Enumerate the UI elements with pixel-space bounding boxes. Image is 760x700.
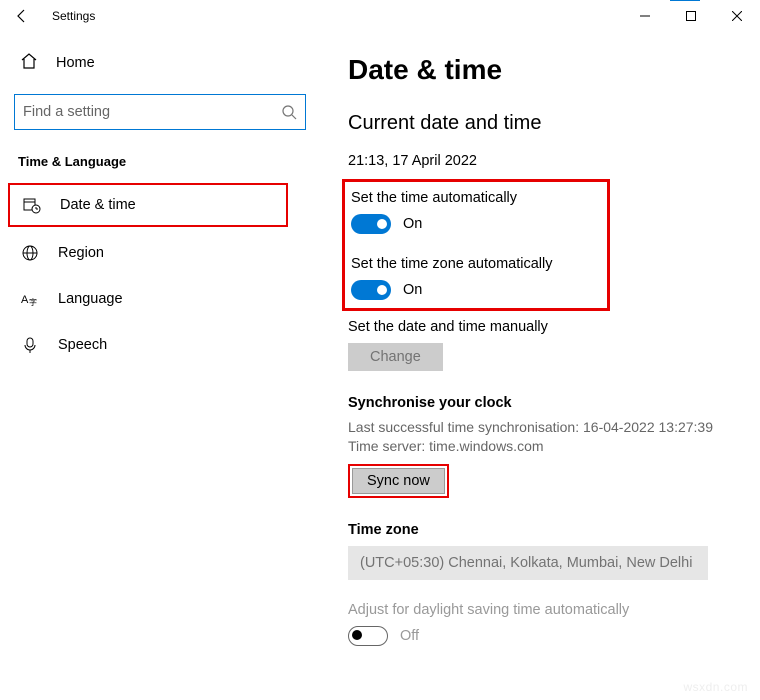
- content-pane: Date & time Current date and time 21:13,…: [320, 32, 760, 700]
- window-title: Settings: [52, 9, 95, 23]
- sidebar-item-region[interactable]: Region: [14, 233, 306, 273]
- search-box[interactable]: [14, 94, 306, 130]
- auto-time-toggle[interactable]: [351, 214, 391, 234]
- minimize-icon: [640, 11, 650, 21]
- svg-text:A: A: [21, 294, 29, 306]
- sidebar-item-label: Speech: [58, 337, 107, 353]
- highlight-auto-settings: Set the time automatically On Set the ti…: [342, 179, 610, 311]
- sync-highlight: Sync now: [348, 464, 449, 498]
- sidebar-item-label: Region: [58, 245, 104, 261]
- timezone-heading: Time zone: [348, 522, 732, 538]
- auto-zone-toggle[interactable]: [351, 280, 391, 300]
- auto-time-label: Set the time automatically: [351, 190, 595, 206]
- sync-heading: Synchronise your clock: [348, 395, 732, 411]
- timezone-dropdown[interactable]: (UTC+05:30) Chennai, Kolkata, Mumbai, Ne…: [348, 546, 708, 580]
- search-input[interactable]: [23, 104, 281, 120]
- dst-label: Adjust for daylight saving time automati…: [348, 602, 732, 618]
- watermark: wsxdn.com: [683, 680, 748, 694]
- close-icon: [732, 11, 742, 21]
- change-button[interactable]: Change: [348, 343, 443, 371]
- minimize-button[interactable]: [622, 0, 668, 32]
- dst-state: Off: [400, 628, 419, 644]
- home-label: Home: [56, 55, 95, 71]
- section-current-datetime: Current date and time: [348, 112, 732, 135]
- manual-label: Set the date and time manually: [348, 319, 732, 335]
- sidebar-item-speech[interactable]: Speech: [14, 325, 306, 365]
- sidebar: Home Time & Language Date & time Region …: [0, 32, 320, 700]
- auto-time-state: On: [403, 216, 422, 232]
- titlebar: Settings: [0, 0, 760, 32]
- category-heading: Time & Language: [14, 154, 306, 169]
- sidebar-item-language[interactable]: A字 Language: [14, 279, 306, 319]
- sync-server-text: Time server: time.windows.com: [348, 438, 732, 454]
- svg-text:字: 字: [29, 297, 37, 307]
- language-icon: A字: [20, 289, 40, 309]
- back-button[interactable]: [8, 2, 36, 30]
- maximize-button[interactable]: [668, 0, 714, 32]
- sidebar-item-datetime[interactable]: Date & time: [8, 183, 288, 227]
- microphone-icon: [20, 335, 40, 355]
- calendar-clock-icon: [22, 195, 42, 215]
- globe-icon: [20, 243, 40, 263]
- home-link[interactable]: Home: [14, 44, 306, 82]
- page-title: Date & time: [348, 54, 732, 86]
- close-button[interactable]: [714, 0, 760, 32]
- maximize-icon: [686, 11, 696, 21]
- dst-toggle: [348, 626, 388, 646]
- datetime-value: 21:13, 17 April 2022: [348, 153, 732, 169]
- arrow-left-icon: [14, 8, 30, 24]
- sync-now-button[interactable]: Sync now: [352, 468, 445, 494]
- sidebar-item-label: Language: [58, 291, 123, 307]
- sidebar-item-label: Date & time: [60, 197, 136, 213]
- search-icon: [281, 104, 297, 120]
- auto-zone-state: On: [403, 282, 422, 298]
- auto-zone-label: Set the time zone automatically: [351, 256, 595, 272]
- home-icon: [20, 52, 38, 74]
- sync-last-text: Last successful time synchronisation: 16…: [348, 419, 732, 435]
